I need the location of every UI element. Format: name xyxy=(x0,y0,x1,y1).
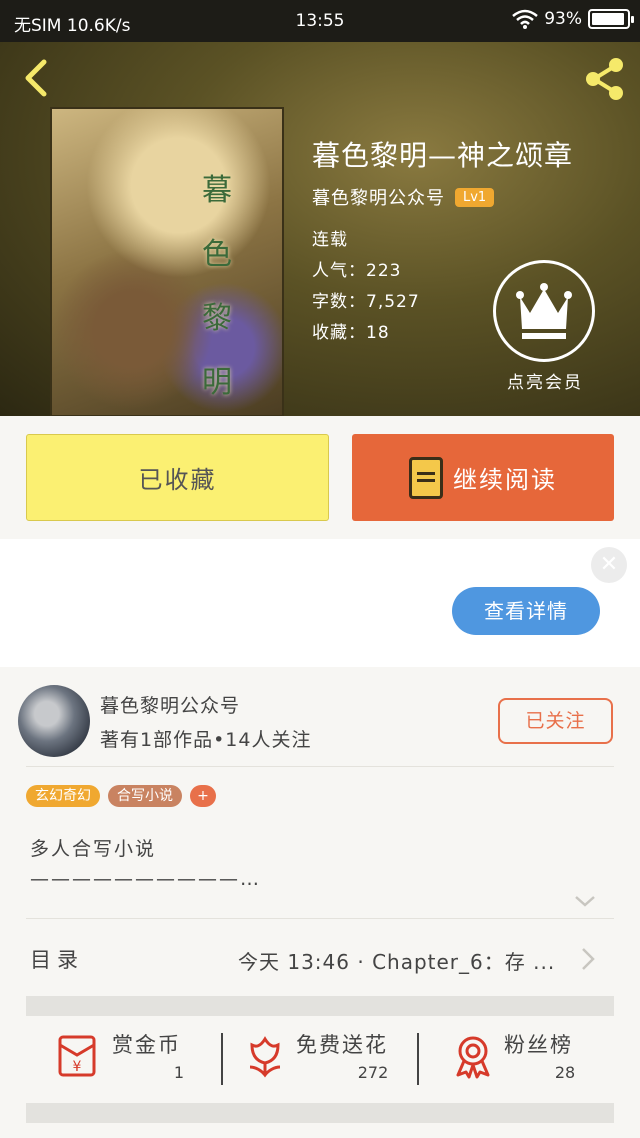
back-icon[interactable] xyxy=(18,58,54,98)
reward-label: 赏金币 xyxy=(112,1033,181,1057)
svg-text:¥: ¥ xyxy=(73,1059,82,1075)
book-cover[interactable]: 暮 色 黎 明 xyxy=(50,107,284,416)
vip-button[interactable] xyxy=(493,260,595,362)
battery-fill xyxy=(592,13,624,25)
battery-icon xyxy=(588,9,634,29)
author-card-name: 暮色黎明公众号 xyxy=(100,695,241,717)
action-bar: 已收藏 继续阅读 xyxy=(0,416,640,539)
cover-char: 暮 xyxy=(202,173,232,208)
medal-icon xyxy=(456,1036,490,1079)
cover-char: 明 xyxy=(202,365,232,400)
author-name[interactable]: 暮色黎明公众号 xyxy=(312,184,445,210)
crown-icon xyxy=(516,283,572,339)
author-card-stats: 著有1部作品•14人关注 xyxy=(100,729,312,751)
latest-chapter: 今天 13:46 · Chapter_6：存 ... xyxy=(238,950,556,974)
author-row: 暮色黎明公众号 Lv1 xyxy=(312,184,495,210)
close-icon[interactable]: ✕ xyxy=(591,547,627,583)
followed-button[interactable]: 已关注 xyxy=(498,698,613,744)
fan-ranking-button[interactable]: 粉丝榜 28 xyxy=(450,1015,612,1105)
continue-reading-button[interactable]: 继续阅读 xyxy=(352,434,614,521)
status-right: 93% xyxy=(512,9,634,29)
level-badge: Lv1 xyxy=(455,187,495,207)
tag-list: 玄幻奇幻 合写小说 + xyxy=(26,785,216,807)
flower-icon xyxy=(249,1036,281,1078)
stat-separator xyxy=(417,1033,419,1085)
favorited-button[interactable]: 已收藏 xyxy=(26,434,329,521)
chevron-right-icon xyxy=(582,948,595,970)
avatar[interactable] xyxy=(18,685,90,757)
add-tag-button[interactable]: + xyxy=(190,785,216,807)
chevron-down-icon[interactable] xyxy=(574,890,596,912)
book-title: 暮色黎明—神之颂章 xyxy=(312,139,574,172)
divider xyxy=(26,918,614,919)
book-icon xyxy=(409,456,443,499)
battery-percent: 93% xyxy=(544,9,582,29)
word-count: 字数：7,527 xyxy=(312,292,420,312)
flowers-label: 免费送花 xyxy=(296,1033,388,1057)
tag-fantasy[interactable]: 玄幻奇幻 xyxy=(26,785,100,807)
book-stats: ¥ 赏金币 1 免费送花 272 粉丝榜 28 xyxy=(26,1015,614,1105)
book-description: 多人合写小说 ——————————… xyxy=(30,834,261,894)
popularity: 人气：223 xyxy=(312,261,402,281)
cover-char: 黎 xyxy=(202,301,232,336)
cover-title: 暮 色 黎 明 xyxy=(200,159,234,415)
view-details-button[interactable]: 查看详情 xyxy=(452,587,600,635)
description-line: 多人合写小说 xyxy=(30,838,157,860)
vip-label[interactable]: 点亮会员 xyxy=(480,368,610,393)
fans-value: 28 xyxy=(554,1063,576,1082)
free-flowers-button[interactable]: 免费送花 272 xyxy=(242,1015,417,1105)
author-card[interactable]: 暮色黎明公众号 著有1部作品•14人关注 已关注 xyxy=(0,667,640,770)
description-line: ——————————… xyxy=(30,868,261,890)
red-envelope-icon: ¥ xyxy=(58,1035,96,1077)
ad-banner: ✕ 查看详情 xyxy=(0,539,640,667)
divider xyxy=(26,766,614,767)
share-icon[interactable] xyxy=(582,56,628,102)
flowers-value: 272 xyxy=(357,1063,389,1082)
book-header: 暮 色 黎 明 暮色黎明—神之颂章 暮色黎明公众号 Lv1 连载 人气：223 … xyxy=(0,42,640,416)
fans-label: 粉丝榜 xyxy=(504,1033,573,1057)
reward-coins-button[interactable]: ¥ 赏金币 1 xyxy=(54,1015,224,1105)
table-of-contents-row[interactable]: 目录 今天 13:46 · Chapter_6：存 ... xyxy=(0,920,640,996)
reward-value: 1 xyxy=(173,1063,185,1082)
toc-label: 目录 xyxy=(30,948,84,972)
favorite-count: 收藏：18 xyxy=(312,323,390,343)
section-divider xyxy=(26,1103,614,1123)
section-divider xyxy=(26,996,614,1016)
status-bar: 无SIM 10.6K/s 13:55 93% xyxy=(0,0,640,42)
tag-collab[interactable]: 合写小说 xyxy=(108,785,182,807)
continue-reading-label: 继续阅读 xyxy=(453,466,557,494)
wifi-icon xyxy=(512,9,539,29)
serial-status: 连载 xyxy=(312,230,348,250)
cover-char: 色 xyxy=(202,237,232,272)
stat-separator xyxy=(221,1033,223,1085)
